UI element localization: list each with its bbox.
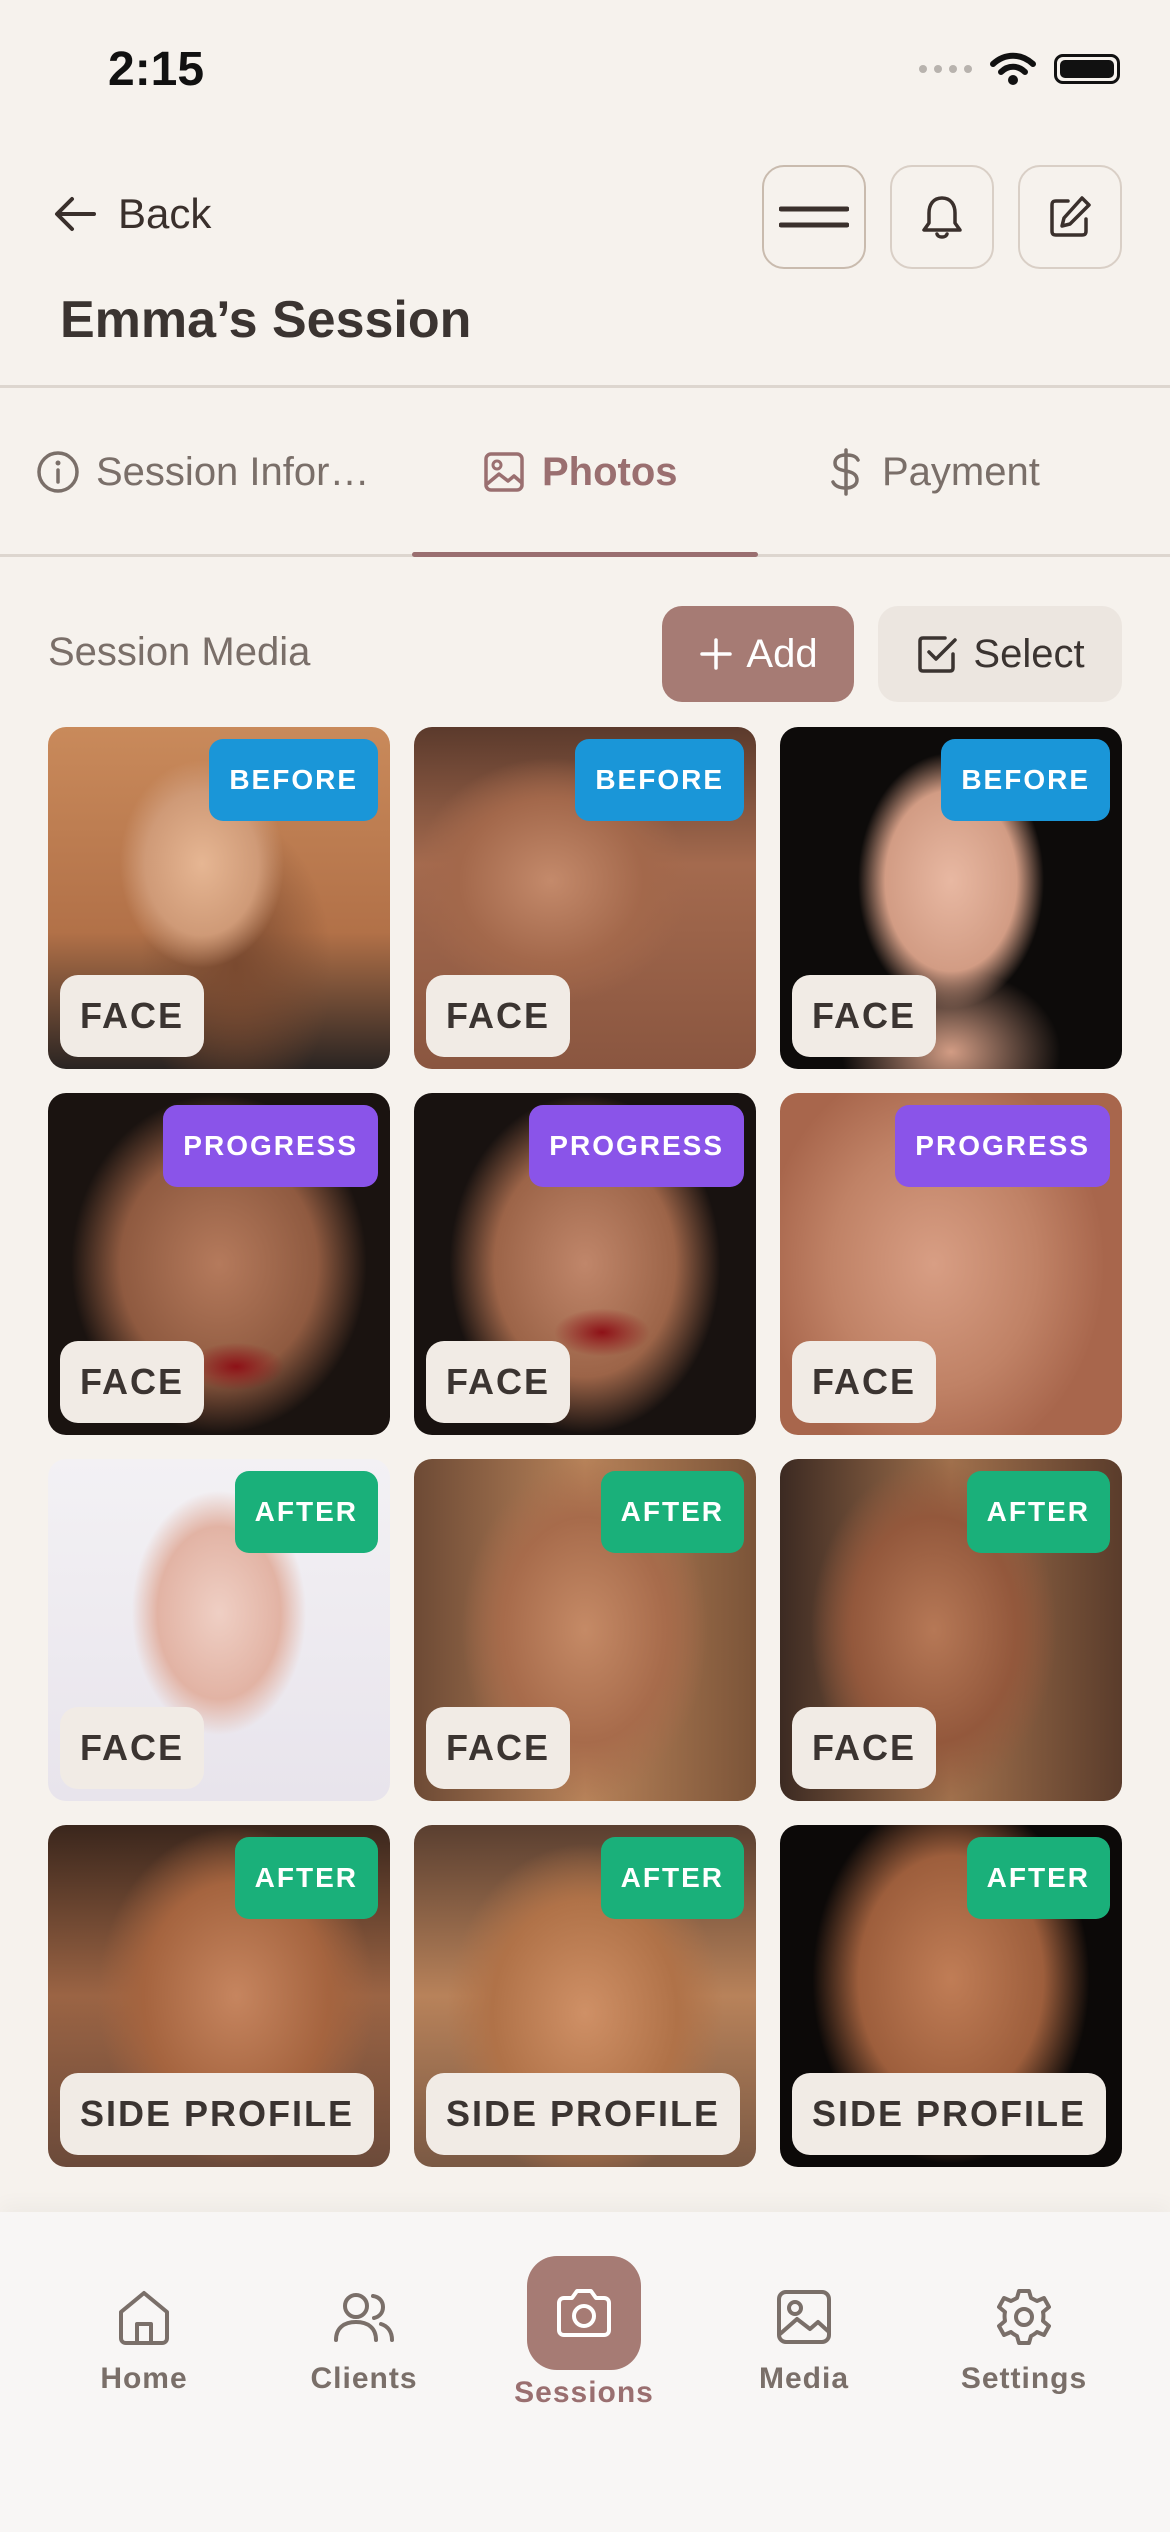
nav-home[interactable]: Home — [44, 2212, 244, 2412]
status-badge: AFTER — [234, 1837, 378, 1919]
info-icon — [37, 451, 79, 493]
tab-label: Payment — [882, 449, 1040, 494]
status-icons — [919, 52, 1120, 86]
media-toolbar: Session Media Add Select — [0, 600, 1170, 702]
notifications-button[interactable] — [890, 165, 994, 269]
bottom-navigation: Home Clients Sessions Media Settings — [0, 2212, 1170, 2532]
select-label: Select — [973, 631, 1085, 676]
menu-icon — [779, 206, 849, 228]
tab-photos[interactable]: Photos — [482, 387, 678, 557]
photo-tile[interactable]: AFTER SIDE PROFILE — [780, 1825, 1122, 2167]
back-label: Back — [118, 190, 212, 237]
photo-label: SIDE PROFILE — [426, 2073, 741, 2155]
gear-icon — [997, 2289, 1051, 2345]
active-tab-indicator — [412, 552, 758, 557]
status-badge: AFTER — [234, 1471, 378, 1553]
status-badge: BEFORE — [209, 739, 378, 821]
nav-clients[interactable]: Clients — [264, 2212, 464, 2412]
tab-label: Session Infor… — [96, 449, 370, 494]
home-icon — [119, 2291, 169, 2345]
image-icon — [777, 2290, 831, 2344]
photo-label: SIDE PROFILE — [792, 2073, 1107, 2155]
photo-tile[interactable]: AFTER SIDE PROFILE — [48, 1825, 390, 2167]
photo-label: FACE — [60, 1341, 205, 1423]
photo-label: SIDE PROFILE — [60, 2073, 375, 2155]
photo-label: FACE — [426, 1707, 571, 1789]
status-badge: PROGRESS — [529, 1105, 744, 1187]
photo-tile[interactable]: PROGRESS FACE — [414, 1093, 756, 1435]
status-time: 2:15 — [108, 43, 205, 96]
nav-label: Settings — [960, 2362, 1088, 2395]
photo-tile[interactable]: AFTER FACE — [48, 1459, 390, 1801]
status-badge: AFTER — [600, 1471, 744, 1553]
status-badge: BEFORE — [575, 739, 744, 821]
tab-payment[interactable]: Payment — [826, 387, 1040, 557]
status-badge: AFTER — [966, 1837, 1110, 1919]
dollar-icon — [831, 448, 860, 496]
nav-label: Sessions — [514, 2376, 654, 2409]
photo-label: FACE — [426, 1341, 571, 1423]
back-button[interactable]: Back — [52, 190, 211, 238]
page-title: Emma’s Session — [60, 291, 472, 349]
add-label: Add — [746, 631, 818, 676]
menu-button[interactable] — [762, 165, 866, 269]
status-badge: AFTER — [600, 1837, 744, 1919]
photo-label: FACE — [792, 975, 937, 1057]
select-media-button[interactable]: Select — [878, 606, 1122, 702]
media-grid: BEFORE FACE BEFORE FACE BEFORE FACE PROG… — [48, 727, 1122, 2167]
status-badge: AFTER — [966, 1471, 1110, 1553]
bell-icon — [922, 196, 962, 239]
arrow-left-icon — [55, 197, 96, 231]
tab-session-info[interactable]: Session Infor… — [36, 387, 369, 557]
nav-sessions[interactable]: Sessions — [484, 2212, 684, 2412]
nav-label: Home — [100, 2362, 188, 2395]
status-bar: 2:15 — [0, 0, 1170, 140]
photo-tile[interactable]: BEFORE FACE — [780, 727, 1122, 1069]
photo-tile[interactable]: BEFORE FACE — [48, 727, 390, 1069]
photo-tile[interactable]: PROGRESS FACE — [48, 1093, 390, 1435]
status-badge: BEFORE — [941, 739, 1110, 821]
photo-label: FACE — [426, 975, 571, 1057]
status-badge: PROGRESS — [895, 1105, 1110, 1187]
photo-label: FACE — [60, 975, 205, 1057]
add-media-button[interactable]: Add — [662, 606, 854, 702]
session-tabs: Session Infor… Photos Payment — [0, 387, 1170, 557]
photo-tile[interactable]: AFTER SIDE PROFILE — [414, 1825, 756, 2167]
edit-icon — [1050, 196, 1091, 237]
photo-label: FACE — [792, 1341, 937, 1423]
edit-button[interactable] — [1018, 165, 1122, 269]
status-badge: PROGRESS — [163, 1105, 378, 1187]
tab-label: Photos — [542, 449, 678, 494]
nav-media[interactable]: Media — [704, 2212, 904, 2412]
checkbox-icon — [918, 636, 958, 673]
photo-tile[interactable]: PROGRESS FACE — [780, 1093, 1122, 1435]
header-actions — [762, 165, 1122, 269]
camera-icon — [557, 2289, 611, 2337]
nav-label: Clients — [310, 2362, 418, 2395]
session-header: Back Emma’s Session — [0, 140, 1170, 388]
photo-label: FACE — [792, 1707, 937, 1789]
photo-label: FACE — [60, 1707, 205, 1789]
users-icon — [334, 2293, 394, 2342]
photo-tile[interactable]: AFTER FACE — [780, 1459, 1122, 1801]
nav-label: Media — [758, 2362, 850, 2395]
nav-settings[interactable]: Settings — [924, 2212, 1124, 2412]
section-title: Session Media — [48, 630, 311, 674]
wifi-icon — [990, 52, 1036, 85]
battery-icon — [1054, 54, 1120, 84]
image-icon — [484, 452, 524, 492]
photo-tile[interactable]: AFTER FACE — [414, 1459, 756, 1801]
plus-icon — [700, 638, 733, 670]
photo-tile[interactable]: BEFORE FACE — [414, 727, 756, 1069]
signal-icon — [919, 65, 972, 73]
